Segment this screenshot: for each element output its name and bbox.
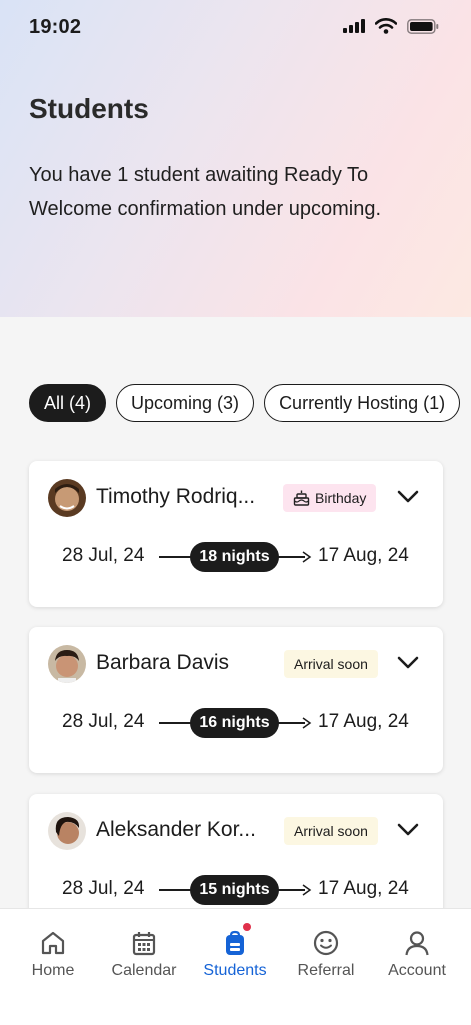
student-avatar — [48, 812, 86, 850]
stay-timeline: 15 nights — [159, 874, 312, 906]
stay-timeline: 16 nights — [159, 707, 312, 739]
page-subtitle: You have 1 student awaiting Ready To Wel… — [29, 164, 382, 220]
arrival-soon-badge: Arrival soon — [284, 650, 378, 678]
student-avatar — [48, 479, 86, 517]
arrow-right-icon — [302, 717, 312, 729]
home-icon — [41, 931, 65, 955]
tab-label: Account — [388, 962, 446, 979]
wifi-icon — [375, 18, 397, 34]
chevron-down-icon[interactable] — [397, 489, 419, 505]
check-out-date: 17 Aug, 24 — [318, 878, 409, 899]
student-avatar — [48, 645, 86, 683]
person-icon — [405, 931, 429, 956]
tab-home[interactable]: Home — [7, 929, 99, 980]
tab-label: Referral — [297, 962, 355, 979]
filter-chips: All (4) Upcoming (3) Currently Hosting (… — [29, 384, 461, 422]
chevron-down-icon[interactable] — [397, 822, 419, 838]
status-bar: 19:02 — [0, 0, 471, 56]
notification-dot — [243, 923, 251, 931]
badge-label: Arrival soon — [294, 656, 368, 672]
tab-calendar[interactable]: Calendar — [98, 929, 190, 980]
birthday-badge: Birthday — [283, 484, 377, 512]
tab-label: Home — [31, 962, 75, 979]
chevron-down-icon[interactable] — [397, 655, 419, 671]
badge-label: Birthday — [315, 490, 367, 506]
check-in-date: 28 Jul, 24 — [62, 545, 145, 566]
arrow-right-icon — [302, 884, 312, 896]
signal-icon — [343, 19, 365, 33]
tab-referral[interactable]: Referral — [280, 929, 372, 980]
student-name: Timothy Rodriq... — [96, 485, 256, 508]
tab-account[interactable]: Account — [371, 929, 463, 980]
check-in-date: 28 Jul, 24 — [62, 711, 145, 732]
tab-label: Students — [203, 962, 267, 979]
nights-pill: 16 nights — [190, 708, 279, 738]
check-in-date: 28 Jul, 24 — [62, 878, 145, 899]
student-card[interactable]: Barbara Davis Arrival soon 28 Jul, 24 16… — [29, 627, 443, 773]
student-card[interactable]: Timothy Rodriq... Birthday 28 Jul, 24 18… — [29, 461, 443, 607]
check-out-date: 17 Aug, 24 — [318, 711, 409, 732]
page-title: Students — [29, 93, 149, 124]
student-name: Aleksander Kor... — [96, 818, 256, 841]
battery-icon — [407, 18, 439, 34]
filter-currently-hosting[interactable]: Currently Hosting (1) — [264, 384, 461, 422]
nights-pill: 18 nights — [190, 542, 279, 572]
student-name: Barbara Davis — [96, 651, 230, 674]
check-out-date: 17 Aug, 24 — [318, 545, 409, 566]
backpack-icon — [226, 930, 244, 955]
filter-all[interactable]: All (4) — [29, 384, 107, 422]
stay-timeline: 18 nights — [159, 541, 312, 573]
tab-label: Calendar — [111, 962, 177, 979]
tab-students[interactable]: Students — [189, 923, 281, 980]
filter-upcoming[interactable]: Upcoming (3) — [116, 384, 255, 422]
status-time: 19:02 — [29, 16, 82, 38]
badge-label: Arrival soon — [294, 823, 368, 839]
arrow-right-icon — [302, 551, 312, 563]
cake-icon — [293, 490, 310, 506]
bottom-tab-bar: Home Calendar Students Referral Account — [0, 908, 471, 1025]
smiley-icon — [313, 930, 339, 956]
calendar-icon — [132, 932, 156, 956]
nights-pill: 15 nights — [190, 875, 279, 905]
arrival-soon-badge: Arrival soon — [284, 817, 378, 845]
